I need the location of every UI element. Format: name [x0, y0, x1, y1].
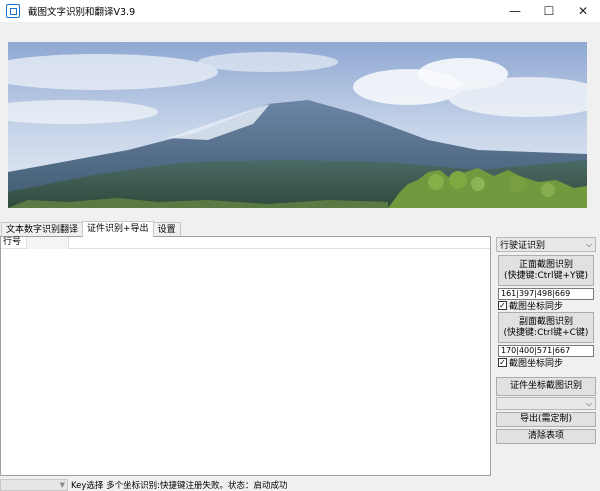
chevron-down-icon: ⌵ — [585, 239, 592, 249]
list-header: 行号 — [1, 237, 490, 249]
back-sync-checkbox[interactable]: ✓ 截图坐标同步 — [498, 357, 596, 369]
front-sync-checkbox[interactable]: ✓ 截图坐标同步 — [498, 300, 596, 312]
front-sync-label: 截图坐标同步 — [509, 302, 564, 312]
back-capture-label: 副面截图识别 — [518, 316, 573, 327]
status-bar: ▼ Key选择 多个坐标识别:快捷键注册失败。状态：启动成功 — [0, 478, 600, 491]
coord-recognize-button[interactable]: 证件坐标截图识别 — [496, 377, 596, 396]
checkbox-check-icon[interactable]: ✓ — [498, 358, 507, 367]
back-group: 副面截图识别 (快捷键:Ctrl键+C键) 170|400|571|667 ✓ … — [496, 312, 596, 369]
front-capture-hotkey: (快捷键:Ctrl键+Y键) — [503, 270, 589, 281]
back-sync-label: 截图坐标同步 — [509, 359, 564, 369]
mode-select-value: 行驶证识别 — [500, 241, 546, 251]
status-text: Key选择 多个坐标识别:快捷键注册失败。状态：启动成功 — [71, 480, 288, 491]
column-header-row-number[interactable]: 行号 — [1, 237, 27, 249]
app-window: 截图文字识别和翻译V3.9 — ☐ ✕ 文本数字识别翻译 证件识别+导出 设置 … — [0, 0, 600, 491]
front-capture-label: 正面截图识别 — [518, 259, 573, 270]
tab-settings[interactable]: 设置 — [152, 222, 181, 237]
column-header-blank[interactable] — [27, 237, 69, 249]
tab-text-recognize-translate[interactable]: 文本数字识别翻译 — [1, 222, 84, 237]
tab-id-recognize-export[interactable]: 证件识别+导出 — [82, 221, 154, 237]
window-title: 截图文字识别和翻译V3.9 — [28, 7, 136, 18]
window-controls: — ☐ ✕ — [498, 0, 600, 22]
secondary-select[interactable]: ⌵ — [496, 397, 596, 410]
front-capture-button[interactable]: 正面截图识别 (快捷键:Ctrl键+Y键) — [498, 255, 594, 286]
close-button[interactable]: ✕ — [566, 0, 600, 22]
mode-select[interactable]: 行驶证识别 ⌵ — [496, 237, 596, 252]
title-bar: 截图文字识别和翻译V3.9 — ☐ ✕ — [0, 0, 600, 22]
back-capture-button[interactable]: 副面截图识别 (快捷键:Ctrl键+C键) — [498, 312, 594, 343]
back-capture-hotkey: (快捷键:Ctrl键+C键) — [503, 327, 589, 338]
checkbox-check-icon[interactable]: ✓ — [498, 301, 507, 310]
status-select[interactable]: ▼ — [0, 478, 68, 491]
chevron-down-icon: ⌵ — [585, 398, 592, 408]
screenshot-app-icon — [6, 4, 20, 18]
tab-strip: 文本数字识别翻译 证件识别+导出 设置 — [1, 221, 181, 237]
chevron-down-icon: ▼ — [59, 480, 65, 489]
minimize-button[interactable]: — — [498, 0, 532, 22]
results-listview[interactable]: 行号 — [0, 236, 491, 476]
clear-items-button[interactable]: 清除表项 — [496, 429, 596, 444]
front-group: 正面截图识别 (快捷键:Ctrl键+Y键) 161|397|498|669 ✓ … — [496, 255, 596, 312]
banner-image — [8, 42, 587, 208]
export-button[interactable]: 导出(需定制) — [496, 412, 596, 427]
maximize-button[interactable]: ☐ — [532, 0, 566, 22]
